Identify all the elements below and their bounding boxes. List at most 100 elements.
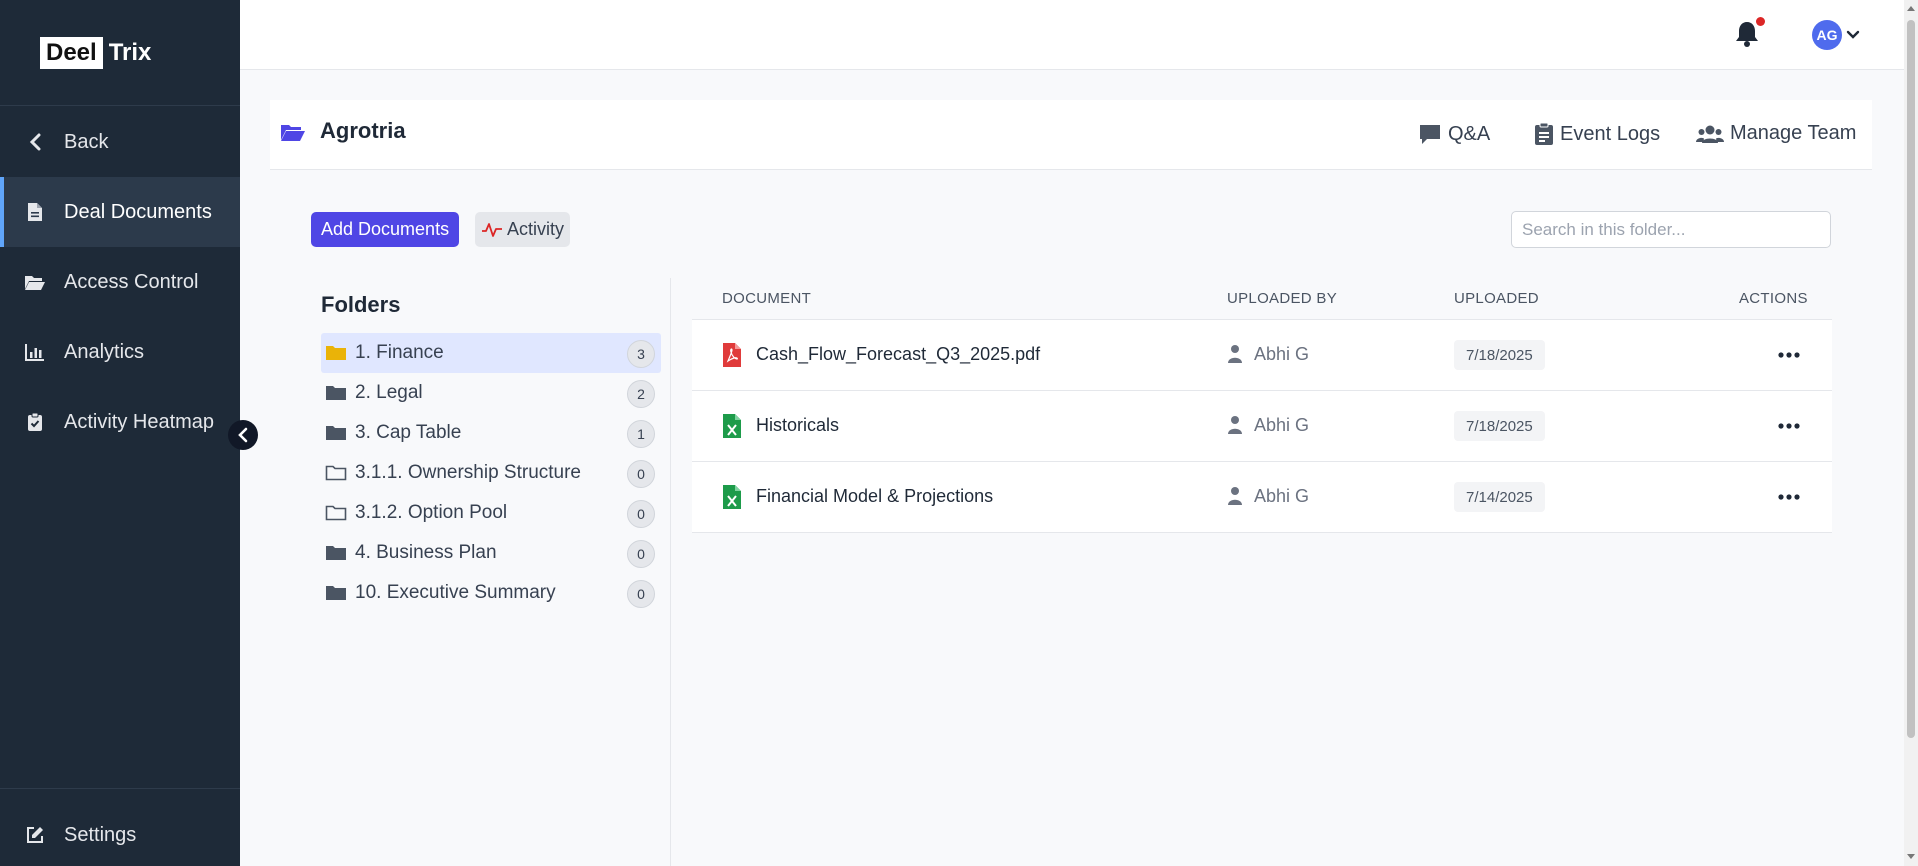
scrollbar-thumb[interactable] <box>1907 20 1915 738</box>
scroll-up-arrow-icon[interactable] <box>1906 3 1916 13</box>
document-name[interactable]: Historicals <box>756 415 839 436</box>
sidebar: Deel Trix Back Deal Documents Access Con… <box>0 0 240 866</box>
sidebar-item-deal-documents[interactable]: Deal Documents <box>0 177 240 247</box>
folder-item-executive-summary[interactable]: 10. Executive Summary 0 <box>321 573 661 613</box>
column-header-uploaded[interactable]: Uploaded <box>1454 290 1539 307</box>
scroll-down-arrow-icon[interactable] <box>1906 852 1916 862</box>
sidebar-item-access-control[interactable]: Access Control <box>0 247 240 317</box>
folder-count-badge: 0 <box>627 500 655 528</box>
folder-open-icon <box>24 271 46 293</box>
clipboard-list-icon <box>1534 122 1554 146</box>
event-logs-button[interactable]: Event Logs <box>1534 122 1660 146</box>
folder-open-icon <box>280 122 306 147</box>
table-row[interactable]: Cash_Flow_Forecast_Q3_2025.pdf Abhi G 7/… <box>692 320 1832 391</box>
chevron-left-icon <box>238 427 248 443</box>
table-row[interactable]: Financial Model & Projections Abhi G 7/1… <box>692 462 1832 533</box>
folder-outline-icon <box>325 464 347 482</box>
notification-dot <box>1756 17 1765 26</box>
folder-label: 3.1.2. Option Pool <box>355 502 508 523</box>
sidebar-item-label: Activity Heatmap <box>64 410 215 433</box>
folder-item-option-pool[interactable]: 3.1.2. Option Pool 0 <box>321 493 661 533</box>
folder-count-badge: 0 <box>627 460 655 488</box>
sidebar-item-label: Settings <box>64 823 137 846</box>
pdf-file-icon <box>722 342 742 373</box>
folder-item-business-plan[interactable]: 4. Business Plan 0 <box>321 533 661 573</box>
user-icon <box>1227 344 1243 369</box>
folder-label: 2. Legal <box>355 382 423 403</box>
users-icon <box>1696 123 1724 145</box>
excel-file-icon <box>722 413 742 444</box>
folder-count-badge: 2 <box>627 380 655 408</box>
top-bar <box>240 0 1904 70</box>
activity-button[interactable]: Activity <box>475 212 571 247</box>
qa-label: Q&A <box>1448 122 1491 145</box>
logo-box-text: Deel <box>40 36 103 69</box>
add-documents-button[interactable]: Add Documents <box>311 212 460 247</box>
event-logs-label: Event Logs <box>1560 122 1661 145</box>
uploaded-date-badge: 7/18/2025 <box>1454 411 1545 441</box>
folder-label: 10. Executive Summary <box>355 582 556 603</box>
uploaded-date-badge: 7/18/2025 <box>1454 340 1545 370</box>
uploaded-by: Abhi G <box>1254 486 1310 506</box>
document-name[interactable]: Financial Model & Projections <box>756 486 993 507</box>
project-header: Agrotria Q&A Event Logs Manage Team <box>270 100 1872 170</box>
page-title: Agrotria <box>320 118 406 143</box>
folder-item-cap-table[interactable]: 3. Cap Table 1 <box>321 413 661 453</box>
bar-chart-icon <box>24 341 46 363</box>
folder-count-badge: 3 <box>627 340 655 368</box>
search-input[interactable] <box>1511 211 1831 248</box>
column-header-uploaded-by[interactable]: Uploaded By <box>1227 290 1337 307</box>
sidebar-item-label: Deal Documents <box>64 200 212 223</box>
table-row[interactable]: Historicals Abhi G 7/18/2025 <box>692 391 1832 462</box>
sidebar-divider <box>0 788 240 789</box>
sidebar-item-label: Analytics <box>64 340 145 363</box>
sidebar-item-settings[interactable]: Settings <box>0 800 240 866</box>
folder-label: 1. Finance <box>355 342 444 363</box>
sidebar-item-analytics[interactable]: Analytics <box>0 317 240 387</box>
page-scrollbar[interactable] <box>1904 0 1918 866</box>
document-icon <box>24 201 46 223</box>
folder-item-legal[interactable]: 2. Legal 2 <box>321 373 661 413</box>
column-header-document[interactable]: Document <box>722 290 811 307</box>
folder-count-badge: 1 <box>627 420 655 448</box>
folder-icon <box>325 424 347 442</box>
folder-count-badge: 0 <box>627 540 655 568</box>
folder-icon <box>325 344 347 362</box>
folder-label: 4. Business Plan <box>355 542 497 563</box>
chevron-down-icon[interactable] <box>1846 27 1860 45</box>
folder-label: 3.1.1. Ownership Structure <box>355 462 581 483</box>
folder-icon <box>325 544 347 562</box>
table-header: Document Uploaded By Uploaded Actions <box>692 280 1832 320</box>
document-name[interactable]: Cash_Flow_Forecast_Q3_2025.pdf <box>756 344 1040 365</box>
clipboard-check-icon <box>24 411 46 433</box>
uploaded-date-badge: 7/14/2025 <box>1454 482 1545 512</box>
sidebar-item-back[interactable]: Back <box>0 107 240 177</box>
uploaded-by: Abhi G <box>1254 415 1310 435</box>
uploaded-by: Abhi G <box>1254 344 1310 364</box>
folders-divider <box>670 278 671 866</box>
folder-item-finance[interactable]: 1. Finance 3 <box>321 333 661 373</box>
manage-team-label: Manage Team <box>1730 122 1857 144</box>
sidebar-item-label: Access Control <box>64 270 199 293</box>
folder-label: 3. Cap Table <box>355 422 462 443</box>
edit-icon <box>24 824 46 846</box>
user-icon <box>1227 486 1243 511</box>
more-actions-icon[interactable] <box>1774 482 1804 512</box>
folder-count-badge: 0 <box>627 580 655 608</box>
more-actions-icon[interactable] <box>1774 340 1804 370</box>
qa-button[interactable]: Q&A <box>1418 122 1490 146</box>
manage-team-button[interactable]: Manage Team <box>1696 122 1856 145</box>
excel-file-icon <box>722 484 742 515</box>
folder-item-ownership-structure[interactable]: 3.1.1. Ownership Structure 0 <box>321 453 661 493</box>
chevron-left-icon <box>24 131 46 153</box>
more-actions-icon[interactable] <box>1774 411 1804 441</box>
sidebar-item-activity-heatmap[interactable]: Activity Heatmap <box>0 387 240 457</box>
activity-label: Activity <box>507 219 565 239</box>
logo[interactable]: Deel Trix <box>0 0 240 106</box>
avatar[interactable]: AG <box>1812 20 1842 50</box>
user-icon <box>1227 415 1243 440</box>
folder-icon <box>325 584 347 602</box>
sidebar-collapse-button[interactable] <box>228 420 258 450</box>
documents-table: Document Uploaded By Uploaded Actions Ca… <box>692 280 1832 533</box>
sidebar-item-label: Back <box>64 130 109 153</box>
